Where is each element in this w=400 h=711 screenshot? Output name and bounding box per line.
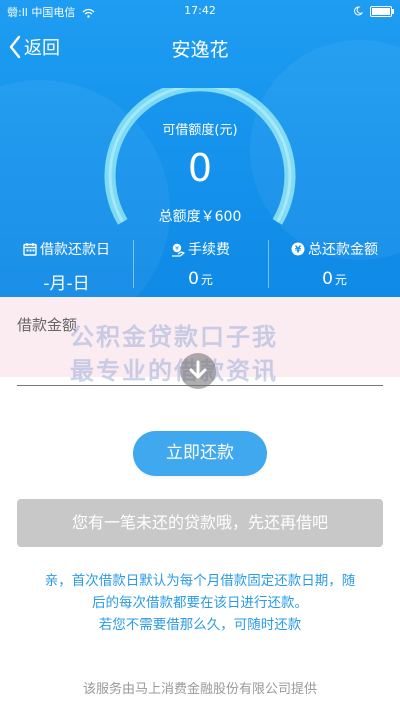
watermark-text: 公积金贷款口子我 <box>70 323 278 351</box>
calendar-icon <box>23 243 37 256</box>
watermark-text: 最专业的借款资讯 <box>70 357 278 385</box>
unpaid-loan-notice: 您有一笔未还的贷款哦，先还再借吧 <box>17 499 383 547</box>
available-credit-value: 0 <box>187 146 213 190</box>
download-badge-icon <box>180 353 216 389</box>
tip-line: 亲，首次借款日默认为每个月借款固定还款日期，随 <box>44 573 356 589</box>
page-title: 安逸花 <box>171 39 229 61</box>
available-credit-label: 可借额度(元) <box>162 123 238 138</box>
status-right <box>353 4 394 17</box>
stat-unit: 元 <box>334 273 347 287</box>
nav-bar: 返回 安逸花 <box>0 22 400 74</box>
repay-now-button[interactable]: 立即还款 <box>133 431 267 476</box>
yen-coin-icon: ¥ <box>291 242 305 256</box>
fee-icon: ¥ <box>172 243 185 257</box>
provider-footer: 该服务由马上消费金融股份有限公司提供 <box>82 682 317 697</box>
loan-stats: 借款还款日 -月-日 ¥ 手续费 0元 ¥ 总还款金额 0 元 <box>0 236 400 296</box>
battery-icon <box>370 5 394 17</box>
tip-line: 若您不需要借那么久，可随时还款 <box>98 617 302 633</box>
stat-value: -月-日 <box>43 274 90 294</box>
status-bar: 䎕:ll 中国电信 17:42 <box>0 0 400 22</box>
stat-value: 0 <box>188 269 199 289</box>
repayment-tips: 亲，首次借款日默认为每个月借款固定还款日期，随 后的每次借款都要在该日进行还款。… <box>10 570 390 636</box>
tip-line: 后的每次借款都要在该日进行还款。 <box>92 595 308 611</box>
hero-header: 䎕:ll 中国电信 17:42 返回 安逸花 可借额度(元) 0 总额度￥600… <box>0 0 400 297</box>
status-time: 17:42 <box>184 4 216 17</box>
loan-amount-label: 借款金额 <box>17 316 78 334</box>
stat-label: 借款还款日 <box>40 242 110 258</box>
stat-unit: 元 <box>200 273 213 287</box>
total-credit-label: 总额度￥600 <box>158 209 242 225</box>
stat-total-repayment: ¥ 总还款金额 0元 <box>268 236 400 296</box>
stat-label: 手续费 <box>188 242 230 258</box>
loan-amount-section[interactable]: 借款金额 公积金贷款口子我 最专业的借款资讯 <box>0 297 400 409</box>
back-label: 返回 <box>24 38 60 59</box>
moon-icon <box>353 6 363 16</box>
stat-label: 总还款金额 <box>308 242 378 258</box>
stat-due-date: 借款还款日 -月-日 <box>0 236 133 296</box>
credit-gauge: 可借额度(元) 0 总额度￥600 <box>100 88 300 228</box>
svg-text:¥: ¥ <box>295 245 302 256</box>
chevron-left-icon <box>9 35 21 59</box>
stat-value: 0 <box>322 269 333 289</box>
back-button[interactable]: 返回 <box>8 32 60 62</box>
stat-fee: ¥ 手续费 0元 <box>134 236 267 296</box>
svg-text:¥: ¥ <box>175 245 179 252</box>
